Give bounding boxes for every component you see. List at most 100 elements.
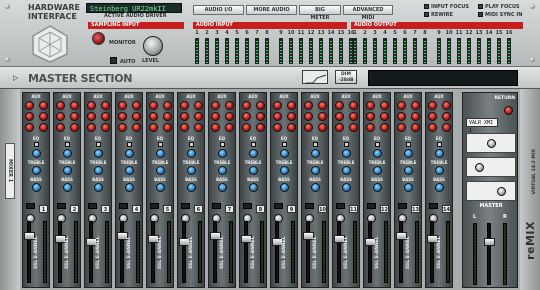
aux-send-knob-3[interactable] [304, 112, 313, 121]
return-level-knob[interactable] [504, 106, 513, 115]
aux-send-knob-2[interactable] [70, 101, 79, 110]
big-meter-button[interactable]: BIG METER [299, 5, 341, 21]
channel-name[interactable]: SSL E-ANNEL [189, 223, 197, 283]
aux-send-knob-3[interactable] [149, 112, 158, 121]
channel-fader[interactable] [396, 221, 407, 283]
aux-send-knob-3[interactable] [273, 112, 282, 121]
treble-knob[interactable] [373, 166, 382, 175]
channel-fader[interactable] [241, 221, 252, 283]
eq-toggle[interactable] [406, 142, 411, 147]
eq-frequency-knob[interactable] [156, 149, 165, 158]
aux-send-knob-2[interactable] [101, 101, 110, 110]
aux-send-knob-4[interactable] [39, 112, 48, 121]
bass-knob[interactable] [94, 183, 103, 192]
aux-send-knob-2[interactable] [411, 101, 420, 110]
aux-send-knob-2[interactable] [132, 101, 141, 110]
aux-send-knob-6[interactable] [101, 123, 110, 132]
aux-send-knob-4[interactable] [101, 112, 110, 121]
aux-send-knob-1[interactable] [25, 101, 34, 110]
bass-knob[interactable] [156, 183, 165, 192]
master-fader[interactable] [484, 223, 495, 285]
treble-knob[interactable] [187, 166, 196, 175]
channel-fader[interactable] [365, 221, 376, 283]
eq-frequency-knob[interactable] [249, 149, 258, 158]
aux-send-knob-3[interactable] [180, 112, 189, 121]
channel-name[interactable]: SSL E-ANNEL [437, 223, 445, 283]
aux-send-knob-6[interactable] [318, 123, 327, 132]
aux-send-knob-6[interactable] [132, 123, 141, 132]
channel-name[interactable]: SSL E-ANNEL [65, 223, 73, 283]
more-audio-button[interactable]: MORE AUDIO [246, 5, 297, 15]
compressor-graph-button[interactable] [302, 70, 328, 84]
aux-send-knob-4[interactable] [225, 112, 234, 121]
bass-knob[interactable] [373, 183, 382, 192]
aux-send-knob-4[interactable] [349, 112, 358, 121]
aux-send-knob-5[interactable] [56, 123, 65, 132]
treble-knob[interactable] [311, 166, 320, 175]
channel-name[interactable]: SSL E-ANNEL [406, 223, 414, 283]
aux-send-knob-3[interactable] [118, 112, 127, 121]
aux-send-knob-3[interactable] [366, 112, 375, 121]
aux-send-knob-1[interactable] [87, 101, 96, 110]
eq-toggle[interactable] [282, 142, 287, 147]
eq-frequency-knob[interactable] [373, 149, 382, 158]
aux-send-knob-5[interactable] [180, 123, 189, 132]
aux-send-knob-2[interactable] [442, 101, 451, 110]
aux-send-knob-2[interactable] [380, 101, 389, 110]
channel-fader[interactable] [303, 221, 314, 283]
aux-send-knob-6[interactable] [70, 123, 79, 132]
bass-knob[interactable] [63, 183, 72, 192]
eq-toggle[interactable] [344, 142, 349, 147]
eq-toggle[interactable] [313, 142, 318, 147]
channel-name[interactable]: SSL E-ANNEL [344, 223, 352, 283]
aux-send-knob-1[interactable] [335, 101, 344, 110]
aux-send-knob-5[interactable] [366, 123, 375, 132]
channel-name[interactable]: SSL E-ANNEL [127, 223, 135, 283]
mute-solo-button[interactable] [150, 203, 159, 209]
treble-knob[interactable] [280, 166, 289, 175]
aux-send-knob-6[interactable] [194, 123, 203, 132]
aux-send-knob-5[interactable] [273, 123, 282, 132]
mute-solo-button[interactable] [26, 203, 35, 209]
treble-knob[interactable] [94, 166, 103, 175]
treble-knob[interactable] [435, 166, 444, 175]
master-name-display[interactable]: VALR XMI 1 [466, 118, 498, 134]
mute-solo-button[interactable] [119, 203, 128, 209]
eq-frequency-knob[interactable] [342, 149, 351, 158]
aux-send-knob-4[interactable] [163, 112, 172, 121]
bass-knob[interactable] [187, 183, 196, 192]
bass-knob[interactable] [311, 183, 320, 192]
channel-fader[interactable] [24, 221, 35, 283]
midi-sync-in-flag[interactable]: MIDI SYNC IN [478, 12, 522, 18]
eq-toggle[interactable] [127, 142, 132, 147]
channel-name[interactable]: SSL E-ANNEL [220, 223, 228, 283]
eq-frequency-knob[interactable] [94, 149, 103, 158]
aux-send-knob-5[interactable] [149, 123, 158, 132]
aux-send-knob-5[interactable] [397, 123, 406, 132]
audio-io-button[interactable]: AUDIO I/O [193, 5, 244, 15]
aux-send-knob-1[interactable] [397, 101, 406, 110]
bass-knob[interactable] [249, 183, 258, 192]
eq-toggle[interactable] [437, 142, 442, 147]
return-3-knob[interactable] [497, 187, 506, 196]
mute-solo-button[interactable] [88, 203, 97, 209]
treble-knob[interactable] [32, 166, 41, 175]
return-1-knob[interactable] [487, 139, 496, 148]
aux-send-knob-1[interactable] [149, 101, 158, 110]
channel-fader[interactable] [148, 221, 159, 283]
channel-fader[interactable] [117, 221, 128, 283]
aux-send-knob-1[interactable] [180, 101, 189, 110]
aux-send-knob-1[interactable] [211, 101, 220, 110]
aux-send-knob-5[interactable] [304, 123, 313, 132]
aux-send-knob-2[interactable] [225, 101, 234, 110]
mute-solo-button[interactable] [274, 203, 283, 209]
eq-toggle[interactable] [34, 142, 39, 147]
eq-frequency-knob[interactable] [435, 149, 444, 158]
aux-send-knob-6[interactable] [442, 123, 451, 132]
fold-arrow-icon[interactable]: ▷ [13, 74, 18, 82]
bass-knob[interactable] [280, 183, 289, 192]
level-knob[interactable] [143, 36, 163, 56]
bass-knob[interactable] [32, 183, 41, 192]
aux-send-knob-1[interactable] [366, 101, 375, 110]
treble-knob[interactable] [342, 166, 351, 175]
